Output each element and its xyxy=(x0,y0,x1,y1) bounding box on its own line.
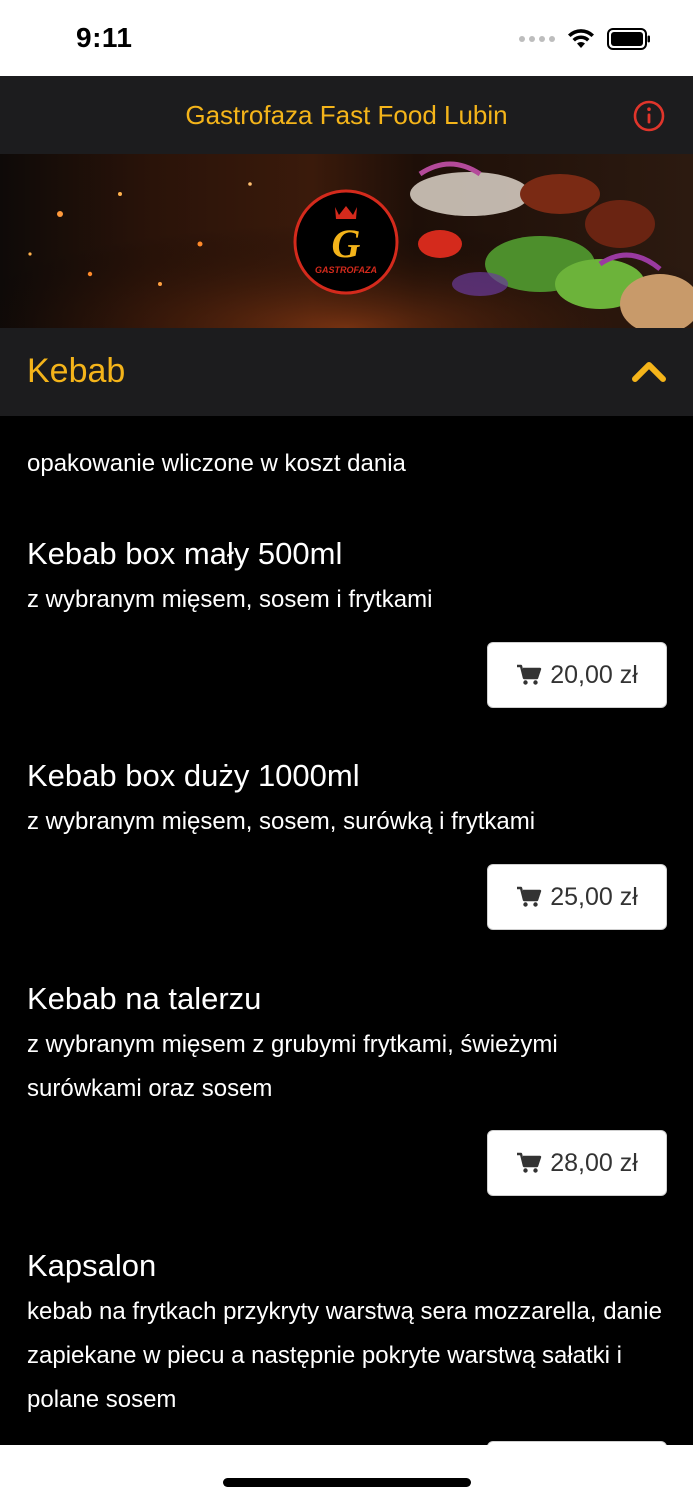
status-bar: 9:11 xyxy=(0,0,693,76)
status-icons xyxy=(519,26,651,52)
menu-item-name: Kapsalon xyxy=(27,1248,157,1283)
cart-icon xyxy=(517,886,542,907)
menu-item-description: z wybranym mięsem z grubymi frytkami, św… xyxy=(27,1031,558,1102)
menu-item: Kapsalon kebab na frytkach przykryty war… xyxy=(27,1246,667,1445)
price-label: 25,00 zł xyxy=(550,882,638,911)
menu-item-name: Kebab box mały 500ml xyxy=(27,536,343,571)
info-circle-icon[interactable] xyxy=(633,100,665,132)
cart-icon xyxy=(517,1152,542,1173)
restaurant-banner: G GASTROFAZA xyxy=(0,154,693,328)
home-indicator[interactable] xyxy=(223,1478,471,1487)
menu-item-description: z wybranym mięsem, sosem i frytkami xyxy=(27,586,433,613)
menu-item: Kebab box duży 1000ml z wybranym mięsem,… xyxy=(27,756,667,930)
svg-text:GASTROFAZA: GASTROFAZA xyxy=(315,265,377,275)
cart-icon xyxy=(517,664,542,685)
category-note: opakowanie wliczone w koszt dania xyxy=(27,450,406,477)
gastrofaza-logo: G GASTROFAZA xyxy=(293,189,399,295)
category-header-kebab[interactable]: Kebab xyxy=(0,328,693,416)
category-title: Kebab xyxy=(27,352,126,390)
menu-list: opakowanie wliczone w koszt dania Kebab … xyxy=(0,416,693,1445)
add-to-cart-button[interactable]: 28,00 zł xyxy=(487,1130,667,1196)
price-label: 20,00 zł xyxy=(550,660,638,689)
price-label: 28,00 zł xyxy=(550,1148,638,1177)
menu-item-name: Kebab na talerzu xyxy=(27,981,262,1016)
add-to-cart-button[interactable]: 20,00 zł xyxy=(487,642,667,708)
battery-icon xyxy=(607,28,650,50)
wifi-icon xyxy=(568,29,594,48)
menu-item-description: kebab na frytkach przykryty warstwą sera… xyxy=(27,1298,662,1413)
home-indicator-area xyxy=(0,1445,693,1500)
menu-item-name: Kebab box duży 1000ml xyxy=(27,758,360,793)
menu-item: Kebab box mały 500ml z wybranym mięsem, … xyxy=(27,534,667,708)
chevron-up-icon[interactable] xyxy=(631,358,667,384)
add-to-cart-button[interactable]: 25,00 zł xyxy=(487,864,667,930)
cellular-signal-icon xyxy=(519,36,555,42)
status-time: 9:11 xyxy=(76,22,133,53)
svg-text:G: G xyxy=(332,221,361,266)
menu-item-description: z wybranym mięsem, sosem, surówką i fryt… xyxy=(27,808,536,835)
restaurant-title: Gastrofaza Fast Food Lubin xyxy=(185,100,508,130)
menu-item: Kebab na talerzu z wybranym mięsem z gru… xyxy=(27,979,667,1196)
app-header: Gastrofaza Fast Food Lubin xyxy=(0,76,693,154)
